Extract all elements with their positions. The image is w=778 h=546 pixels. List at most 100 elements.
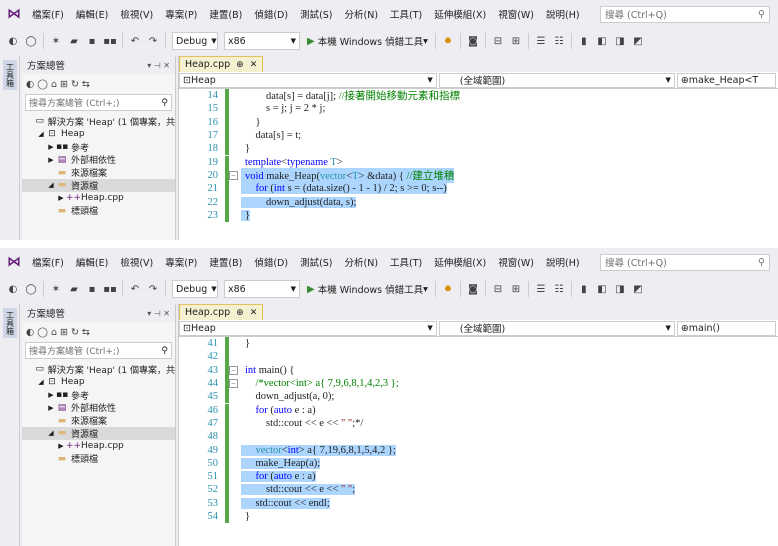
forward-icon[interactable]: ◯ xyxy=(37,79,48,90)
code-line[interactable]: 44− /*vector<int> a{ 7,9,6,8,1,4,2,3 }; xyxy=(179,376,778,391)
tree-item[interactable]: ▶ ++ Heap.cpp xyxy=(22,192,175,205)
grid-icon[interactable]: ⊞ xyxy=(509,280,523,298)
forward-icon[interactable]: ◯ xyxy=(37,327,48,338)
start-debugging-button[interactable]: ▶ 本機 Windows 偵錯工具 ▾ xyxy=(307,34,428,49)
history-icon[interactable]: ↻ xyxy=(71,79,79,90)
undo-icon[interactable]: ↶ xyxy=(128,280,142,298)
menu-item[interactable]: 說明(H) xyxy=(540,7,586,21)
camera-icon[interactable]: ◙ xyxy=(466,280,480,298)
expand-toggle-icon[interactable]: ▶ xyxy=(56,194,66,202)
back-icon[interactable]: ◐ xyxy=(26,327,34,338)
platform-select[interactable]: x86 ▼ xyxy=(224,280,300,298)
undo-icon[interactable]: ↶ xyxy=(128,32,142,50)
bookmark-prev-icon[interactable]: ◧ xyxy=(595,32,609,50)
code-line[interactable]: 41} xyxy=(179,337,778,351)
bookmark-next-icon[interactable]: ◨ xyxy=(613,280,627,298)
solution-search-input[interactable]: 搜尋方案總管 (Ctrl+;) ⚲ xyxy=(25,94,172,111)
comment-icon[interactable]: ☰ xyxy=(534,280,548,298)
quick-launch-search[interactable]: 搜尋 (Ctrl+Q) ⚲ xyxy=(600,253,770,271)
project-dropdown[interactable]: ⊡ Heap ▼ xyxy=(179,320,437,336)
bookmark-next-icon[interactable]: ◨ xyxy=(613,32,627,50)
solution-search-input[interactable]: 搜尋方案總管 (Ctrl+;) ⚲ xyxy=(25,342,172,359)
code-line[interactable]: 17 data[s] = t; xyxy=(179,128,778,143)
project-dropdown[interactable]: ⊡ Heap ▼ xyxy=(179,72,437,88)
menu-item[interactable]: 分析(N) xyxy=(339,255,385,269)
code-line[interactable]: 21 for (int s = (data.size() - 1 - 1) / … xyxy=(179,182,778,196)
menu-item[interactable]: 視窗(W) xyxy=(492,255,540,269)
tree-item[interactable]: ▭ 解決方案 'Heap' (1 個專案，共 xyxy=(22,115,175,127)
menu-item[interactable]: 專案(P) xyxy=(159,255,203,269)
start-debugging-button[interactable]: ▶ 本機 Windows 偵錯工具 ▾ xyxy=(307,282,428,297)
code-line[interactable]: 15 s = j; j = 2 * j; xyxy=(179,102,778,116)
forward-icon[interactable]: ◯ xyxy=(24,280,38,298)
code-line[interactable]: 20− void make_Heap(vector<T> &data) { //建… xyxy=(179,167,778,183)
layout-icon[interactable]: ⊟ xyxy=(491,280,505,298)
code-line[interactable]: 22 down_adjust(data, s); xyxy=(179,195,778,209)
code-line[interactable]: 43− int main() { xyxy=(179,363,778,377)
redo-icon[interactable]: ↷ xyxy=(146,32,160,50)
save-all-icon[interactable]: ▪▪ xyxy=(103,280,117,298)
code-line[interactable]: 53 std::cout << endl; xyxy=(179,496,778,510)
menu-item[interactable]: 建置(B) xyxy=(203,255,248,269)
new-project-icon[interactable]: ✶ xyxy=(49,32,63,50)
code-line[interactable]: 49 vector<int> a{ 7,19,6,8,1,5,4,2 }; xyxy=(179,443,778,457)
menu-item[interactable]: 分析(N) xyxy=(339,7,385,21)
expand-toggle-icon[interactable]: ▶ xyxy=(46,391,56,399)
toolbox-tab[interactable]: 工具箱 xyxy=(3,308,17,338)
menu-item[interactable]: 建置(B) xyxy=(203,7,248,21)
pin-icon[interactable]: ⊕ xyxy=(236,308,244,318)
tree-item[interactable]: ▬ 來源檔案 xyxy=(22,166,175,179)
tab-heap-cpp[interactable]: Heap.cpp ⊕ ✕ xyxy=(179,304,264,320)
menu-item[interactable]: 測試(S) xyxy=(294,7,338,21)
new-project-icon[interactable]: ✶ xyxy=(49,280,63,298)
open-icon[interactable]: ▰ xyxy=(67,32,81,50)
code-line[interactable]: 19 template<typename T> xyxy=(179,155,778,169)
member-dropdown[interactable]: ⊕ main() xyxy=(676,320,776,336)
tab-heap-cpp[interactable]: Heap.cpp ⊕ ✕ xyxy=(179,56,264,72)
open-icon[interactable]: ▰ xyxy=(67,280,81,298)
pin-icon[interactable]: ▾ ⊣ ✕ xyxy=(147,309,170,318)
code-line[interactable]: 48 xyxy=(179,430,778,444)
scope-dropdown[interactable]: (全域範圍) ▼ xyxy=(438,72,675,88)
menu-item[interactable]: 檔案(F) xyxy=(26,7,70,21)
redo-icon[interactable]: ↷ xyxy=(146,280,160,298)
menu-item[interactable]: 偵錯(D) xyxy=(248,7,294,21)
menu-item[interactable]: 視窗(W) xyxy=(492,7,540,21)
forward-icon[interactable]: ◯ xyxy=(24,32,38,50)
refresh-icon[interactable]: ⇆ xyxy=(82,79,90,90)
bookmark-prev-icon[interactable]: ◧ xyxy=(595,280,609,298)
home-icon[interactable]: ⌂ xyxy=(51,327,57,338)
menu-item[interactable]: 檢視(V) xyxy=(114,7,159,21)
tree-item[interactable]: ▬ 標頭檔 xyxy=(22,453,175,465)
member-dropdown[interactable]: ⊕ make_Heap<T xyxy=(676,72,776,88)
code-line[interactable]: 51 for (auto e : a) xyxy=(179,470,778,484)
expand-toggle-icon[interactable]: ▶ xyxy=(46,143,56,151)
bookmark-clear-icon[interactable]: ◩ xyxy=(631,32,645,50)
code-line[interactable]: 16 } xyxy=(179,115,778,129)
code-line[interactable]: 42 xyxy=(179,350,778,364)
tree-item[interactable]: ▬ 來源檔案 xyxy=(22,414,175,427)
menu-item[interactable]: 檔案(F) xyxy=(26,255,70,269)
collapse-icon[interactable]: − xyxy=(229,365,238,375)
sync-icon[interactable]: ⊞ xyxy=(60,79,68,90)
flame-icon[interactable]: ✹ xyxy=(441,280,455,298)
menu-item[interactable]: 工具(T) xyxy=(384,255,428,269)
tree-item[interactable]: ▶ ++ Heap.cpp xyxy=(22,440,175,453)
uncomment-icon[interactable]: ☷ xyxy=(552,280,566,298)
save-all-icon[interactable]: ▪▪ xyxy=(103,32,117,50)
code-line[interactable]: 23} xyxy=(179,208,778,222)
code-line[interactable]: 54} xyxy=(179,509,778,524)
bookmark-clear-icon[interactable]: ◩ xyxy=(631,280,645,298)
expand-toggle-icon[interactable]: ◢ xyxy=(46,429,56,437)
scope-dropdown[interactable]: (全域範圍) ▼ xyxy=(438,320,675,336)
layout-icon[interactable]: ⊟ xyxy=(491,32,505,50)
back-icon[interactable]: ◐ xyxy=(6,32,20,50)
collapse-icon[interactable]: − xyxy=(229,170,238,180)
bookmark-icon[interactable]: ▮ xyxy=(577,280,591,298)
menu-item[interactable]: 編輯(E) xyxy=(70,255,114,269)
flame-icon[interactable]: ✹ xyxy=(441,32,455,50)
bookmark-icon[interactable]: ▮ xyxy=(577,32,591,50)
tree-item[interactable]: ▶ ▪▪ 參考 xyxy=(22,389,175,401)
pin-icon[interactable]: ⊕ xyxy=(236,60,244,70)
expand-toggle-icon[interactable]: ◢ xyxy=(36,130,46,138)
